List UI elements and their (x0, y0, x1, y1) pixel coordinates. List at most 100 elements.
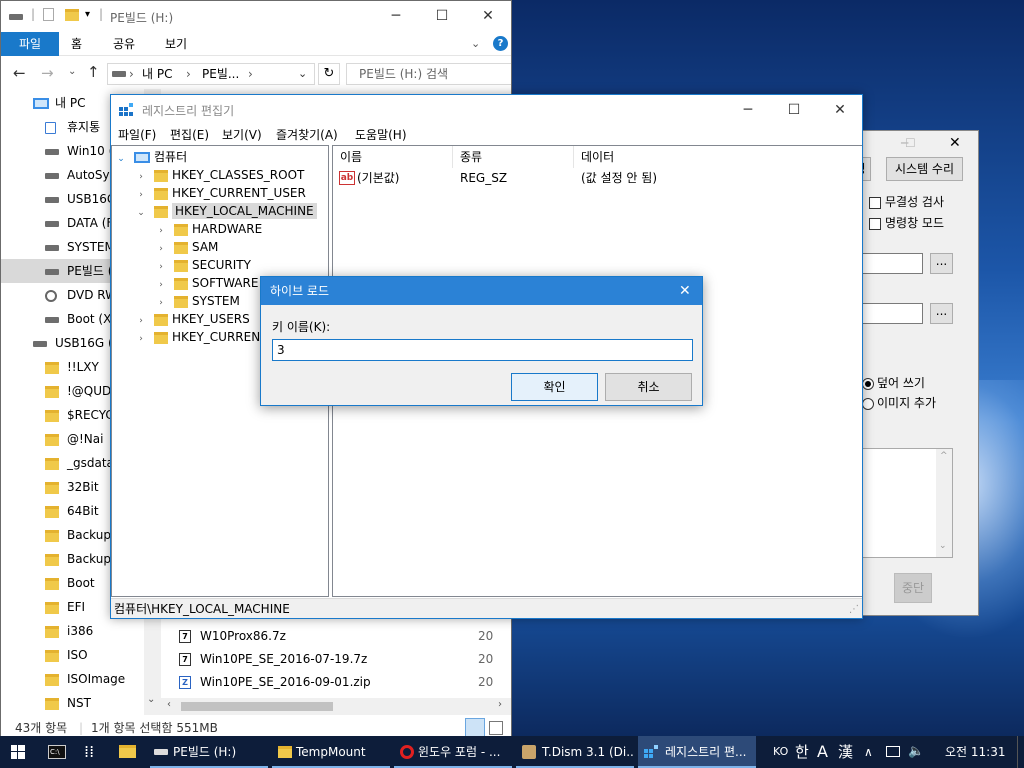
maximize-button[interactable]: ☐ (419, 1, 465, 31)
address-dropdown-icon[interactable]: ⌄ (298, 64, 307, 84)
ime-hangul-mode[interactable]: 한 (795, 736, 809, 768)
new-folder-icon[interactable] (65, 9, 79, 21)
refresh-icon[interactable]: ↻ (318, 63, 340, 85)
tree-node[interactable]: › HARDWARE (156, 220, 262, 238)
recent-locations-icon[interactable]: ⌄ (68, 66, 76, 77)
overwrite-radio[interactable] (862, 377, 874, 390)
new-file-icon[interactable] (43, 8, 54, 21)
address-bar[interactable]: › 내 PC › PE빌... › ⌄ (107, 63, 315, 85)
taskbar-item-tdism[interactable]: T.Dism 3.1 (Di... (516, 736, 634, 768)
log-textarea[interactable]: ^ ⌄ (861, 448, 953, 558)
path-input-1[interactable] (861, 253, 923, 274)
tree-node[interactable]: › SAM (156, 238, 218, 256)
scroll-left-icon[interactable]: ‹ (167, 699, 171, 710)
integrity-checkbox[interactable] (869, 196, 881, 209)
regedit-close-button[interactable]: ✕ (817, 95, 862, 125)
expand-ribbon-icon[interactable]: ⌄ (471, 37, 480, 50)
cmd-mode-option[interactable]: 명령창 모드 (869, 214, 944, 231)
resize-grip-icon[interactable]: ⋰ (849, 599, 859, 618)
breadcrumb-this-pc[interactable]: 내 PC (142, 64, 172, 84)
integrity-check-option[interactable]: 무결성 검사 (869, 193, 944, 210)
help-icon[interactable]: ? (493, 36, 508, 51)
show-hidden-icons-chevron-icon[interactable]: ∧ (864, 736, 873, 768)
log-scroll-up-icon[interactable]: ^ (940, 451, 948, 461)
expand-chevron-icon[interactable]: › (136, 330, 146, 348)
path-input-2[interactable] (861, 303, 923, 324)
key-name-input[interactable]: 3 (272, 339, 693, 361)
value-row[interactable]: ab (기본값) REG_SZ (값 설정 안 됨) (333, 168, 862, 188)
breadcrumb-pe-build[interactable]: PE빌... (202, 64, 239, 84)
tree-node[interactable]: › SECURITY (156, 256, 251, 274)
tdism-close-button[interactable]: ✕ (949, 135, 961, 151)
nav-item[interactable]: ISOImage (1, 667, 141, 691)
tree-node[interactable]: ⌄ 컴퓨터 (116, 148, 187, 166)
scroll-right-icon[interactable]: › (498, 699, 502, 710)
stop-button[interactable]: 중단 (894, 573, 932, 603)
task-view-icon[interactable]: ⁞⁞ (84, 742, 94, 761)
tree-node[interactable]: › SOFTWARE (156, 274, 258, 292)
tree-node[interactable]: › HKEY_CURRENT_USER (136, 184, 306, 202)
system-repair-button[interactable]: 시스템 수리 (886, 157, 963, 181)
clock[interactable]: 오전 11:31 (945, 736, 1005, 768)
taskbar-item-tempmount[interactable]: TempMount (272, 736, 390, 768)
regedit-minimize-button[interactable]: ─ (725, 95, 771, 125)
cmd-prompt-icon[interactable]: C:\ (48, 745, 66, 759)
browse-button-2[interactable]: ... (930, 303, 953, 324)
log-scroll-down-icon[interactable]: ⌄ (939, 541, 947, 551)
tab-file[interactable]: 파일 (1, 32, 59, 56)
scroll-thumb[interactable] (181, 702, 333, 711)
start-button[interactable] (0, 736, 36, 768)
forward-arrow-icon[interactable]: → (41, 64, 54, 82)
file-hscrollbar[interactable]: ‹ › (161, 698, 511, 715)
input-language[interactable]: KO (773, 736, 788, 768)
menu-edit[interactable]: 편집(E) (170, 125, 209, 145)
menu-help[interactable]: 도움말(H) (355, 125, 407, 145)
up-arrow-icon[interactable]: ↑ (87, 63, 100, 81)
tab-home[interactable]: 홈 (59, 32, 94, 56)
cmd-mode-checkbox[interactable] (869, 217, 881, 230)
tdism-maximize-button[interactable]: ☐ (905, 136, 916, 150)
file-row[interactable]: 7 W10Prox86.7z 20 (179, 625, 495, 648)
regedit-maximize-button[interactable]: ☐ (771, 95, 817, 125)
overwrite-option[interactable]: 덮어 쓰기 (862, 374, 925, 391)
network-icon[interactable] (886, 746, 900, 757)
quick-access-dropdown-icon[interactable]: ▾ (85, 9, 90, 20)
column-name[interactable]: 이름 (333, 146, 453, 168)
volume-icon[interactable]: 🔈 (908, 736, 924, 768)
ime-alpha-mode[interactable]: A (817, 736, 828, 768)
tree-node[interactable]: › HKEY_USERS (136, 310, 250, 328)
cancel-button[interactable]: 취소 (605, 373, 692, 401)
minimize-button[interactable]: ─ (373, 1, 419, 31)
taskbar-item-explorer[interactable]: PE빌드 (H:) (150, 736, 268, 768)
append-option[interactable]: 이미지 추가 (862, 394, 936, 411)
tab-view[interactable]: 보기 (153, 32, 199, 56)
search-input[interactable]: PE빌드 (H:) 검색 (346, 63, 511, 85)
nav-item[interactable]: i386 (1, 619, 141, 643)
file-explorer-taskbar-icon[interactable] (119, 745, 136, 758)
large-icons-view-icon[interactable] (489, 721, 503, 735)
nav-item[interactable]: NST (1, 691, 141, 715)
dialog-close-button[interactable]: ✕ (679, 277, 691, 305)
scroll-down-icon[interactable]: ⌄ (147, 694, 155, 705)
menu-view[interactable]: 보기(V) (222, 125, 262, 145)
file-row[interactable]: 7 Win10PE_SE_2016-07-19.7z 20 (179, 648, 495, 671)
ime-hanja[interactable]: 漢 (838, 736, 853, 768)
collapse-chevron-icon[interactable]: ⌄ (116, 150, 126, 168)
nav-item[interactable]: ISO (1, 643, 141, 667)
column-type[interactable]: 종류 (453, 146, 574, 168)
tab-share[interactable]: 공유 (101, 32, 147, 56)
show-desktop-button[interactable] (1017, 736, 1022, 768)
file-row[interactable]: Z Win10PE_SE_2016-09-01.zip 20 (179, 671, 495, 694)
details-view-icon[interactable] (465, 718, 485, 737)
tree-node[interactable]: › SYSTEM (156, 292, 240, 310)
append-radio[interactable] (862, 397, 874, 410)
menu-file[interactable]: 파일(F) (118, 125, 156, 145)
tree-node[interactable]: ⌄ HKEY_LOCAL_MACHINE (136, 202, 317, 220)
taskbar-item-browser[interactable]: 윈도우 포럼 - ... (394, 736, 512, 768)
ok-button[interactable]: 확인 (511, 373, 598, 401)
browse-button-1[interactable]: ... (930, 253, 953, 274)
column-data[interactable]: 데이터 (574, 146, 774, 168)
back-arrow-icon[interactable]: ← (13, 64, 26, 82)
close-button[interactable]: ✕ (465, 1, 511, 31)
tree-node[interactable]: › HKEY_CLASSES_ROOT (136, 166, 304, 184)
